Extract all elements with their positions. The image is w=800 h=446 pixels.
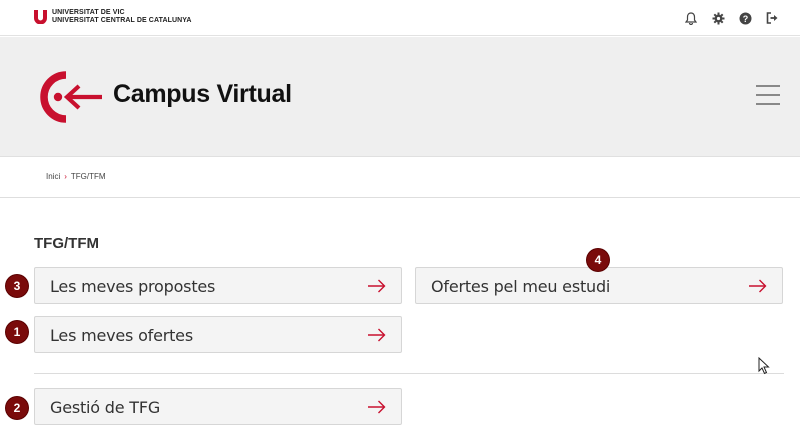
breadcrumb-current: TFG/TFM — [70, 172, 106, 181]
annotation-badge: 3 — [6, 275, 28, 297]
breadcrumb-home-link[interactable]: Inici — [46, 172, 60, 181]
arrow-right-icon — [749, 279, 767, 293]
annotation-badge: 1 — [6, 321, 28, 343]
card-label: Gestió de TFG — [50, 398, 161, 417]
breadcrumb: Inici › TFG/TFM — [46, 172, 106, 181]
section-divider — [34, 373, 784, 374]
hamburger-menu-icon[interactable] — [756, 85, 780, 107]
logout-icon[interactable] — [764, 10, 780, 26]
les-meves-propostes-button[interactable]: Les meves propostes — [34, 267, 402, 304]
arrow-right-icon — [368, 279, 386, 293]
university-name-line1: UNIVERSITAT DE VIC — [52, 9, 125, 16]
ofertes-pel-meu-estudi-button[interactable]: Ofertes pel meu estudi — [415, 267, 783, 304]
site-title[interactable]: Campus Virtual — [113, 80, 292, 109]
gestio-de-tfg-button[interactable]: Gestió de TFG — [34, 388, 402, 425]
campus-virtual-logo-icon[interactable] — [32, 67, 104, 127]
site-header: Campus Virtual — [0, 37, 800, 157]
arrow-right-icon — [368, 328, 386, 342]
mouse-cursor-icon — [758, 357, 770, 375]
top-icons: ? — [683, 10, 780, 26]
card-label: Ofertes pel meu estudi — [431, 277, 611, 296]
top-bar: UNIVERSITAT DE VIC UNIVERSITAT CENTRAL D… — [0, 0, 800, 36]
annotation-badge: 2 — [6, 397, 28, 419]
uvic-u-icon — [34, 10, 47, 24]
les-meves-ofertes-button[interactable]: Les meves ofertes — [34, 316, 402, 353]
university-logo[interactable]: UNIVERSITAT DE VIC UNIVERSITAT CENTRAL D… — [34, 9, 192, 25]
arrow-right-icon — [368, 400, 386, 414]
annotation-badge: 4 — [587, 249, 609, 271]
card-label: Les meves propostes — [50, 277, 216, 296]
breadcrumb-bar: Inici › TFG/TFM — [0, 158, 800, 198]
university-name-line2: UNIVERSITAT CENTRAL DE CATALUNYA — [52, 17, 192, 24]
gear-icon[interactable] — [710, 10, 726, 26]
page-title: TFG/TFM — [34, 235, 99, 252]
svg-text:?: ? — [742, 13, 748, 23]
bell-icon[interactable] — [683, 10, 699, 26]
help-icon[interactable]: ? — [737, 10, 753, 26]
breadcrumb-separator-icon: › — [64, 172, 67, 181]
card-label: Les meves ofertes — [50, 326, 193, 345]
